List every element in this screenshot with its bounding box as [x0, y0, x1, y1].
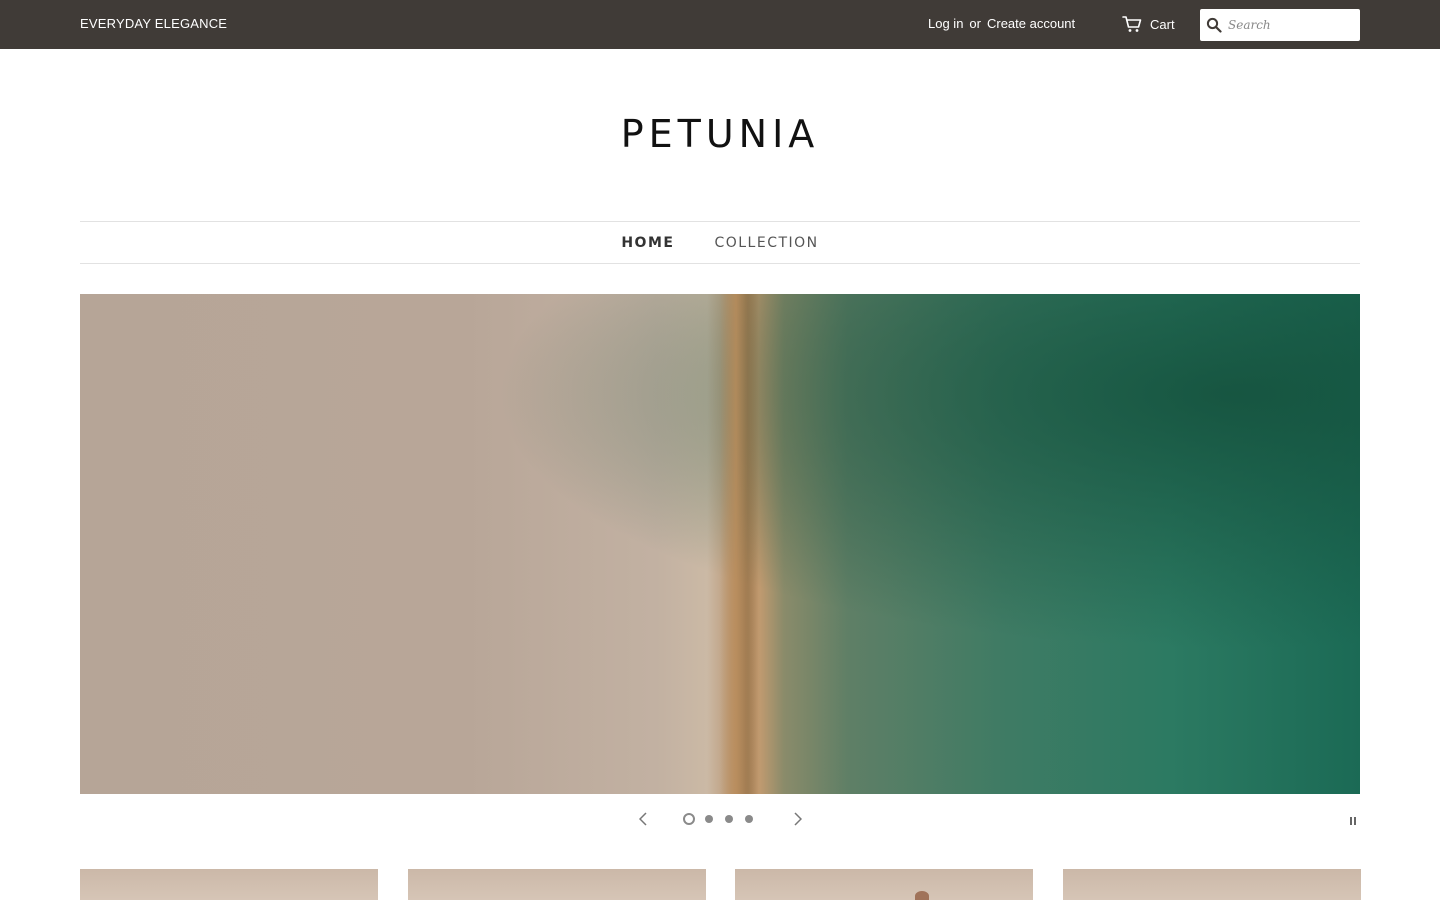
cart-label: Cart [1150, 16, 1175, 32]
account-links: Log in or Create account [928, 16, 1075, 31]
product-card-image[interactable] [735, 869, 1033, 900]
slide-dots [683, 813, 755, 825]
shoreline-decoration [720, 294, 760, 794]
hero-slide-image[interactable] [80, 294, 1360, 794]
slide-dot-3[interactable] [723, 813, 735, 825]
chevron-right-icon[interactable] [790, 810, 806, 828]
search-input[interactable] [1228, 10, 1352, 40]
product-card-image[interactable] [80, 869, 378, 900]
nav-item-collection[interactable]: COLLECTION [714, 235, 818, 251]
slide-dot-2[interactable] [703, 813, 715, 825]
pause-icon[interactable] [1346, 814, 1360, 828]
login-link[interactable]: Log in [928, 16, 963, 31]
slide-dot-4[interactable] [743, 813, 755, 825]
slide-dot-1[interactable] [683, 813, 695, 825]
cart-icon [1122, 15, 1150, 33]
slideshow-controls [0, 808, 1440, 830]
top-bar: EVERYDAY ELEGANCE Log in or Create account… [0, 0, 1440, 49]
cart-link[interactable]: Cart [1122, 14, 1175, 34]
create-account-link[interactable]: Create account [987, 16, 1075, 31]
chevron-left-icon[interactable] [635, 810, 651, 828]
product-grid [80, 869, 1361, 900]
product-card-image[interactable] [1063, 869, 1361, 900]
store-tagline: EVERYDAY ELEGANCE [80, 16, 228, 31]
search-icon[interactable] [1200, 9, 1228, 41]
search-box [1200, 9, 1360, 41]
store-logo[interactable]: PETUNIA [0, 112, 1440, 156]
product-card-image[interactable] [408, 869, 706, 900]
main-nav: HOME COLLECTION [80, 221, 1360, 264]
nav-item-home[interactable]: HOME [621, 235, 674, 251]
or-text: or [969, 16, 981, 31]
